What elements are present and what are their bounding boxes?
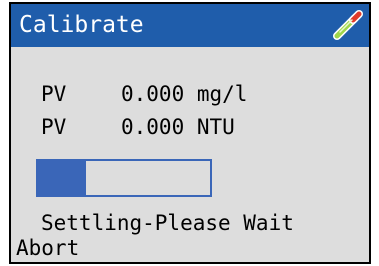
window-title: Calibrate xyxy=(19,12,144,38)
progress-fill xyxy=(38,161,87,195)
reading-value-mgl: 0.000 mg/l xyxy=(121,82,248,106)
title-bar: Calibrate xyxy=(11,4,369,47)
reading-label: PV xyxy=(41,115,67,139)
status-message: Settling-Please Wait xyxy=(41,211,294,235)
reading-row-ntu: PV 0.000 NTU xyxy=(41,115,235,139)
progress-bar xyxy=(36,159,212,197)
reading-row-mgl: PV 0.000 mg/l xyxy=(41,82,247,106)
reading-value-ntu: 0.000 NTU xyxy=(121,115,235,139)
calibrate-window: Calibrate PV 0.000 mg/l PV 0.000 NTU Settl… xyxy=(9,2,371,264)
reading-label: PV xyxy=(41,82,67,106)
probe-icon xyxy=(333,10,363,40)
abort-button[interactable]: Abort xyxy=(16,236,79,260)
screen: Calibrate PV 0.000 mg/l PV 0.000 NTU Settl… xyxy=(0,0,379,266)
